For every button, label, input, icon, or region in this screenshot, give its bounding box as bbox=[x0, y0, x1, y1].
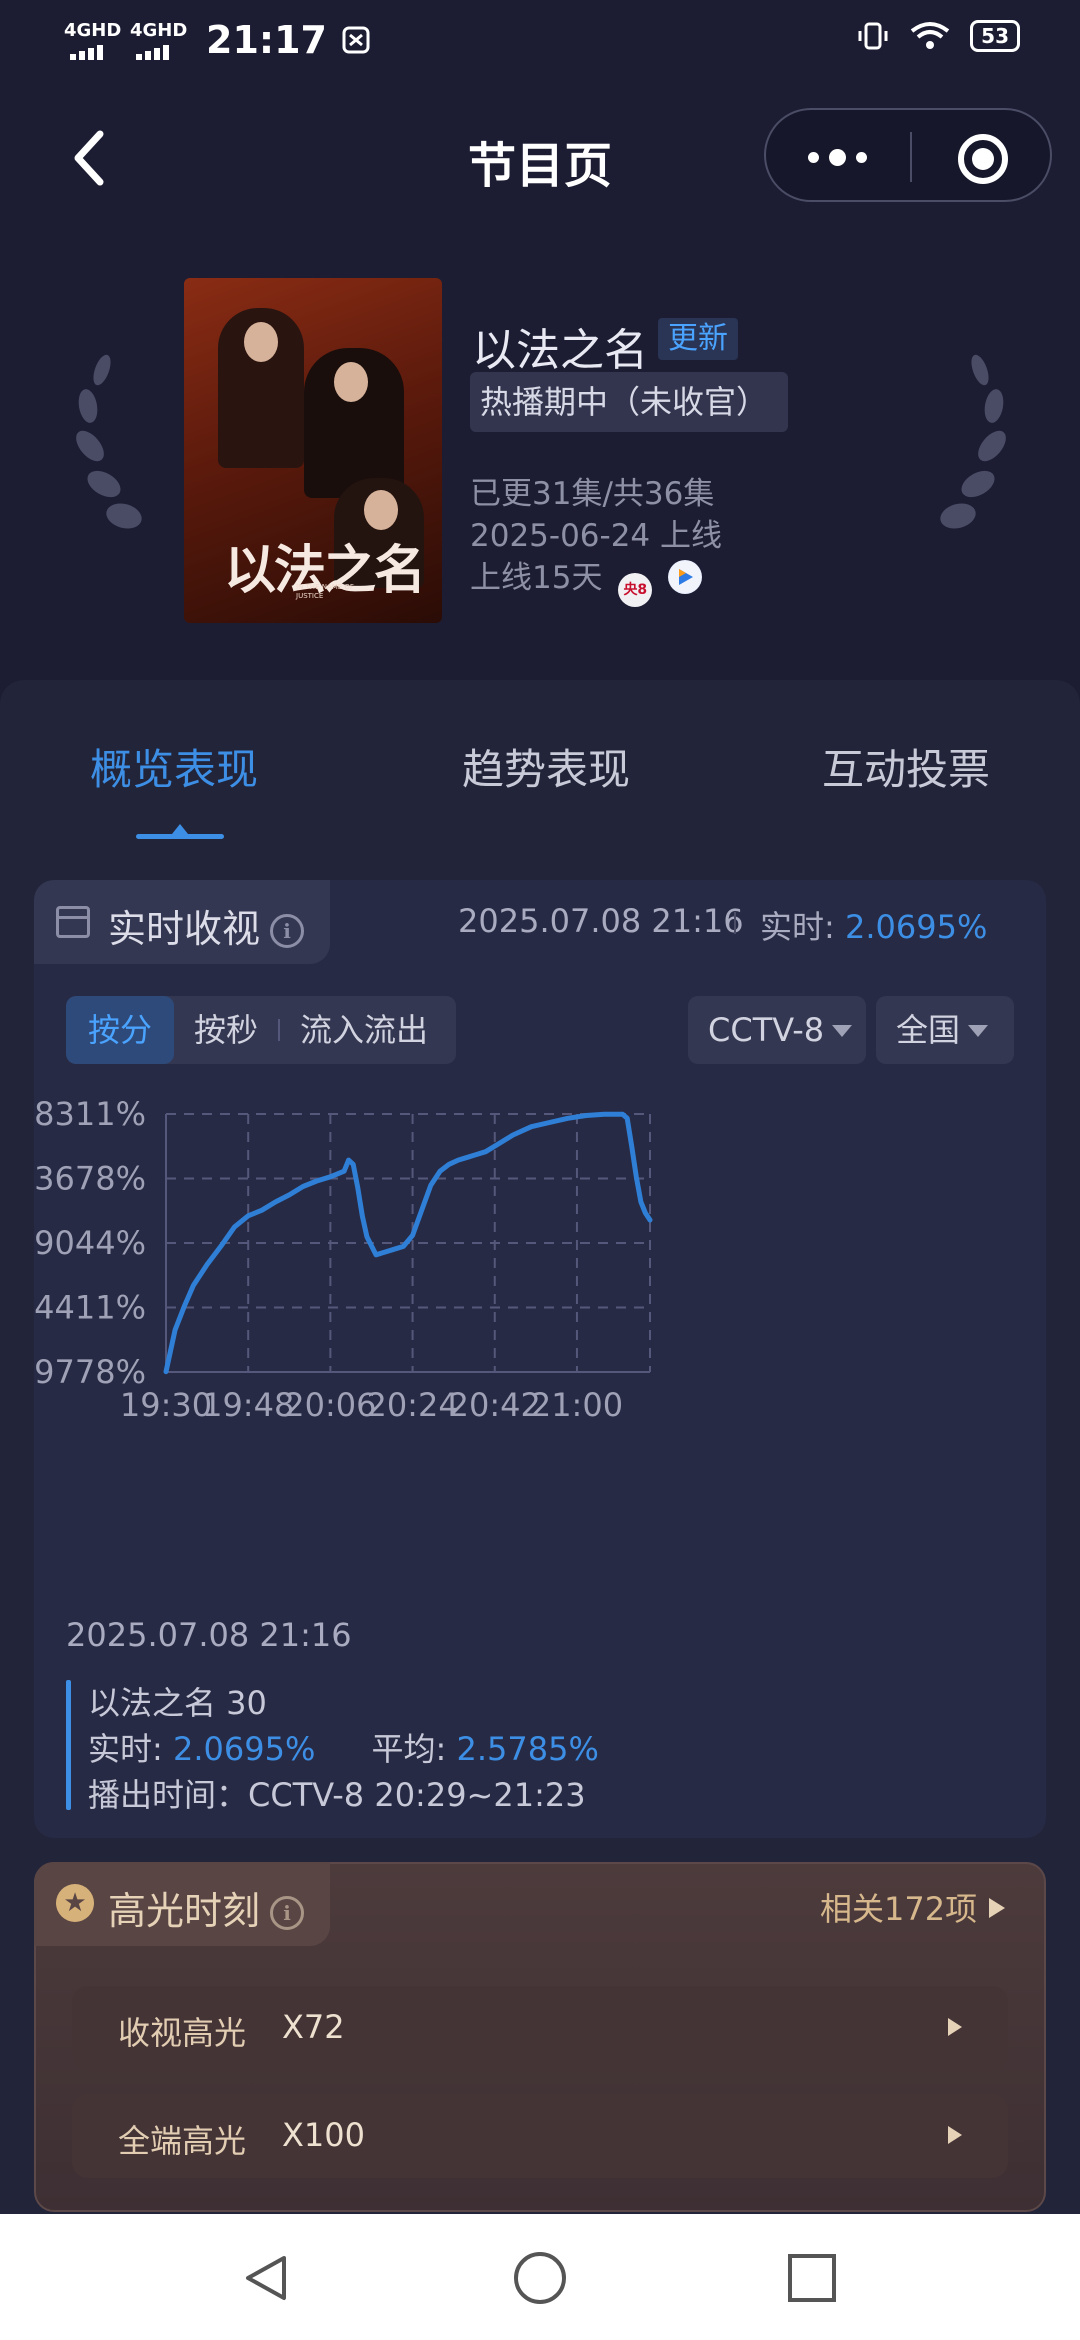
show-title: 以法之名 bbox=[472, 325, 648, 376]
x-tick-label: 19:48 bbox=[202, 1386, 294, 1424]
update-badge: 更新 bbox=[658, 318, 738, 360]
highlight-row-all-platform[interactable]: 全端高光 X100 bbox=[72, 2094, 1008, 2178]
x-tick-label: 20:06 bbox=[284, 1386, 376, 1424]
granularity-segmented-control: 按分 按秒 流入流出 bbox=[66, 996, 456, 1064]
highlights-title: 高光时刻 bbox=[108, 1889, 261, 1933]
x-tick-label: 19:30 bbox=[120, 1386, 212, 1424]
show-poster[interactable]: 以法之名 IN THE NAME OF JUSTICE bbox=[184, 278, 442, 623]
status-badge: 热播期中（未收官） bbox=[470, 372, 788, 432]
region-dropdown[interactable]: 全国 bbox=[876, 996, 1014, 1064]
calendar-icon bbox=[56, 906, 90, 938]
chevron-down-icon bbox=[968, 1025, 989, 1037]
play-arrow-icon bbox=[989, 1898, 1006, 1918]
poster-subtitle: IN THE NAME OF JUSTICE bbox=[296, 583, 354, 600]
segment-by-minute[interactable]: 按分 bbox=[66, 996, 174, 1064]
days-online: 上线15天 bbox=[470, 560, 603, 596]
wifi-icon bbox=[910, 22, 950, 49]
realtime-timestamp: 2025.07.08 21:16 bbox=[458, 902, 744, 940]
miniapp-capsule bbox=[764, 108, 1052, 202]
play-arrow-icon bbox=[948, 2126, 962, 2144]
info-icon[interactable]: i bbox=[270, 914, 305, 948]
y-tick-label: 2.3678% bbox=[34, 1160, 146, 1198]
tab-overview[interactable]: 概览表现 bbox=[90, 736, 258, 797]
nav-recents-icon[interactable] bbox=[786, 2252, 838, 2304]
nav-back-icon[interactable] bbox=[240, 2252, 292, 2304]
realtime-title: 实时收视 bbox=[108, 907, 261, 951]
y-tick-label: 2.8311% bbox=[34, 1095, 146, 1133]
x-tick-label: 21:00 bbox=[531, 1386, 623, 1424]
nav-home-icon[interactable] bbox=[512, 2252, 568, 2308]
x-tick-label: 20:42 bbox=[449, 1386, 541, 1424]
tooltip-airtime: 播出时间：CCTV-8 20:29~21:23 bbox=[88, 1776, 586, 1814]
highlights-header: ★ 高光时刻 i bbox=[34, 1862, 330, 1946]
ratings-line-chart[interactable]: 2.8311%2.3678%1.9044%1.4411%0.9778% 19:3… bbox=[34, 1090, 1046, 1610]
tab-indicator-caret bbox=[172, 824, 188, 834]
tooltip-episode: 以法之名 30 bbox=[88, 1684, 267, 1722]
channel-dropdown[interactable]: CCTV-8 bbox=[688, 996, 866, 1064]
highlight-row-ratings[interactable]: 收视高光 X72 bbox=[72, 1986, 1008, 2070]
tab-indicator bbox=[136, 834, 224, 839]
clock: 21:17 bbox=[206, 18, 327, 62]
episode-count: 已更31集/共36集 bbox=[470, 476, 715, 512]
more-icon[interactable] bbox=[808, 140, 888, 174]
star-icon: ★ bbox=[56, 1884, 94, 1922]
status-bar: 4GHD 4GHD 21:17 53 bbox=[0, 0, 1080, 80]
cctv8-icon: 央8 bbox=[618, 573, 653, 607]
premiere-date: 2025-06-24 上线 bbox=[470, 518, 723, 554]
highlights-more-link[interactable]: 相关172项 bbox=[820, 1884, 1006, 1930]
realtime-header: 实时收视 i bbox=[34, 880, 330, 964]
play-arrow-icon bbox=[948, 2018, 962, 2036]
battery-icon: 53 bbox=[970, 20, 1020, 52]
tooltip-marker bbox=[66, 1680, 71, 1810]
sim2-signal-icon: 4GHD bbox=[130, 20, 187, 60]
streaming-platform-icon bbox=[668, 560, 703, 594]
segment-flow[interactable]: 流入流出 bbox=[280, 996, 448, 1064]
y-tick-label: 1.4411% bbox=[34, 1289, 146, 1327]
vibrate-icon bbox=[858, 22, 888, 50]
nav-header: 节目页 bbox=[0, 100, 1080, 210]
tab-vote[interactable]: 互动投票 bbox=[822, 736, 990, 797]
close-miniapp-icon[interactable] bbox=[958, 134, 1008, 184]
laurel-right-icon bbox=[940, 354, 1006, 529]
system-nav-bar bbox=[0, 2214, 1080, 2340]
sim1-signal-icon: 4GHD bbox=[64, 20, 121, 60]
laurel-left-icon bbox=[76, 354, 142, 529]
tooltip-ratings: 实时: 2.0695% 平均: 2.5785% bbox=[88, 1730, 599, 1768]
days-online-row: 上线15天 央8 bbox=[470, 552, 703, 607]
realtime-rating: 实时: 2.0695% bbox=[760, 908, 988, 946]
tooltip-timestamp: 2025.07.08 21:16 bbox=[66, 1616, 352, 1654]
x-tick-label: 20:24 bbox=[366, 1386, 458, 1424]
segment-by-second[interactable]: 按秒 bbox=[174, 996, 278, 1064]
nfc-icon bbox=[342, 26, 370, 54]
chevron-down-icon bbox=[832, 1025, 853, 1037]
info-icon[interactable]: i bbox=[270, 1896, 305, 1930]
y-tick-label: 1.9044% bbox=[34, 1224, 146, 1262]
tab-trend[interactable]: 趋势表现 bbox=[462, 736, 630, 797]
